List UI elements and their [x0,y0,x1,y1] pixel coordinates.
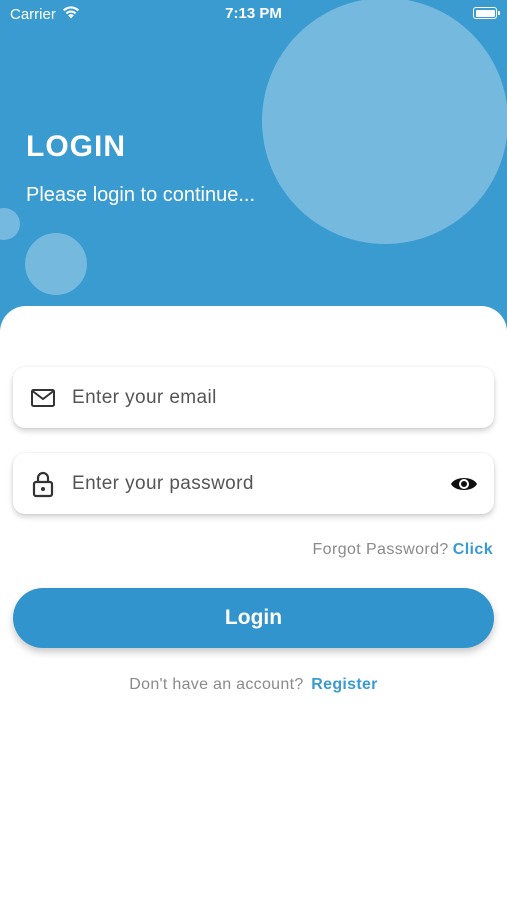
email-field[interactable] [13,367,494,428]
email-input[interactable] [72,367,442,428]
header-banner: Carrier 7:13 PM LOGIN Please login to co… [0,0,507,330]
forgot-password-text: Forgot Password? [312,541,449,558]
register-prompt: Don't have an account? [129,676,304,693]
page-subtitle: Please login to continue... [26,184,256,206]
decorative-circle-large [262,0,507,244]
lock-icon [29,470,57,498]
login-screen: Carrier 7:13 PM LOGIN Please login to co… [0,0,507,900]
login-button[interactable]: Login [13,588,494,648]
decorative-circle-medium [25,233,87,295]
forgot-password-link[interactable]: Click [453,541,493,558]
status-time: 7:13 PM [225,5,282,22]
register-link[interactable]: Register [311,676,377,693]
decorative-circle-small [0,208,20,240]
register-row: Don't have an account? Register [0,676,507,694]
eye-icon[interactable] [448,468,480,500]
mail-icon [29,384,57,412]
password-input[interactable] [72,453,442,514]
battery-icon [473,7,500,19]
forgot-password-row: Forgot Password? Click [313,541,494,559]
password-field[interactable] [13,453,494,514]
page-title: LOGIN [26,130,126,163]
status-bar: Carrier 7:13 PM [0,0,507,28]
